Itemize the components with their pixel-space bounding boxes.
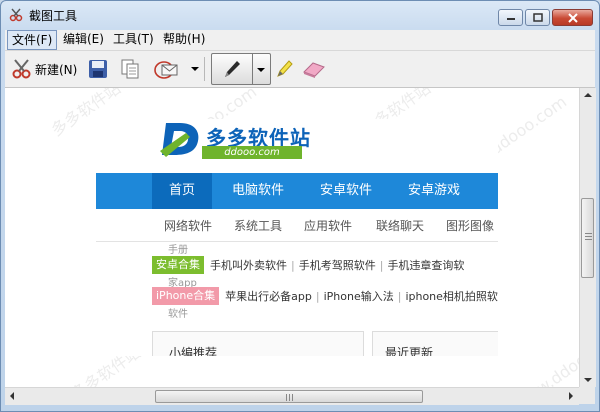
- site-nav: 首页 电脑软件 安卓软件 安卓游戏: [96, 173, 498, 209]
- list-item: 手机违章查询软: [387, 259, 465, 272]
- menu-file[interactable]: 文件(F): [7, 30, 58, 50]
- recent-updates-title: 最近更新: [385, 346, 434, 356]
- logo-url: ddooo.com: [202, 146, 302, 159]
- scroll-left-icon[interactable]: [9, 392, 15, 400]
- copy-button[interactable]: [119, 54, 141, 84]
- new-snip-label: 新建(N): [35, 62, 78, 77]
- pen-divider: [252, 54, 253, 84]
- list-item: iPhone输入法: [323, 290, 394, 303]
- cut-off-text: 手册: [168, 245, 188, 256]
- pen-tool-group[interactable]: [211, 53, 271, 85]
- nav-android-software: 安卓软件: [319, 183, 372, 198]
- chevron-down-icon: [191, 67, 199, 71]
- watermark: www.ddooo.com: [511, 321, 579, 387]
- toolbar-separator: [204, 57, 205, 81]
- menu-tools[interactable]: 工具(T): [109, 30, 158, 48]
- vertical-scroll-thumb[interactable]: [581, 198, 594, 278]
- menu-edit[interactable]: 编辑(E): [59, 30, 108, 48]
- save-button[interactable]: [87, 54, 109, 84]
- subnav-item: 应用软件: [304, 219, 353, 233]
- editor-picks-box: 小编推荐: [152, 331, 364, 356]
- nav-home: 首页: [152, 173, 212, 209]
- menu-help[interactable]: 帮助(H): [159, 30, 209, 48]
- captured-screenshot: 多多软件站 ddooo.com 首页 电脑软件 安卓软件 安卓游戏 网络软件 系…: [96, 119, 498, 356]
- close-icon: [567, 12, 578, 23]
- ddooo-logo-icon: [160, 123, 199, 157]
- toolbar: 新建(N): [5, 51, 595, 88]
- list-item: 苹果出行必备app: [225, 290, 312, 303]
- new-snip-button[interactable]: 新建(N): [11, 54, 77, 84]
- nav-pc-software: 电脑软件: [231, 183, 284, 198]
- android-collection-row: 安卓合集 手机叫外卖软件 | 手机考驾照软件 | 手机违章查询软: [152, 256, 464, 274]
- list-item: iphone相机拍照软: [405, 290, 498, 303]
- scroll-up-icon[interactable]: [584, 92, 592, 98]
- eraser-button[interactable]: [301, 54, 327, 84]
- cut-off-text: 软件: [168, 309, 188, 320]
- window-controls: [498, 9, 593, 26]
- highlighter-icon: [277, 60, 293, 77]
- close-button[interactable]: [552, 9, 593, 26]
- eraser-icon: [303, 62, 325, 78]
- iphone-collection-row: iPhone合集 苹果出行必备app | iPhone输入法 | iphone相…: [152, 287, 498, 305]
- vertical-scrollbar[interactable]: [579, 88, 596, 387]
- send-snip-button[interactable]: [153, 54, 179, 84]
- site-subnav: 网络软件 系统工具 应用软件 联络聊天 图形图像: [96, 209, 498, 242]
- iphone-collection-tag: iPhone合集: [152, 287, 220, 305]
- pen-icon: [225, 61, 240, 77]
- minimize-icon: [506, 17, 515, 20]
- menu-bar: 文件(F) 编辑(E) 工具(T) 帮助(H): [5, 30, 595, 51]
- pen-dropdown-icon[interactable]: [257, 66, 265, 74]
- recent-updates-box: 最近更新: [372, 331, 498, 356]
- minimize-button[interactable]: [498, 9, 523, 26]
- subnav-item: 系统工具: [234, 219, 283, 233]
- send-mail-icon: [154, 61, 178, 79]
- capture-canvas[interactable]: 多多软件站 www.ddooo.com 多多软件站 www.ddooo.com …: [5, 88, 579, 387]
- scroll-right-icon[interactable]: [568, 392, 574, 400]
- subnav-item: 图形图像: [446, 219, 495, 233]
- scissors-app-icon: [9, 8, 23, 22]
- scroll-down-icon[interactable]: [584, 377, 592, 383]
- highlighter-button[interactable]: [273, 54, 295, 84]
- maximize-button[interactable]: [525, 9, 550, 26]
- list-item: 手机考驾照软件: [298, 259, 376, 272]
- android-collection-tag: 安卓合集: [152, 256, 204, 274]
- maximize-icon: [532, 13, 543, 22]
- list-item: 手机叫外卖软件: [210, 259, 287, 272]
- horizontal-scroll-thumb[interactable]: [155, 390, 423, 403]
- horizontal-scrollbar[interactable]: [5, 387, 579, 405]
- copy-icon: [121, 59, 139, 79]
- snipping-tool-window: 截图工具 文件(F) 编辑(E) 工具(T) 帮助(H) 新建(N) 多多软件站…: [0, 0, 600, 412]
- send-snip-dropdown[interactable]: [191, 54, 199, 84]
- scissors-icon: [12, 59, 31, 79]
- save-icon: [89, 60, 107, 78]
- title-bar[interactable]: 截图工具: [1, 1, 599, 29]
- subnav-item: 网络软件: [164, 219, 213, 233]
- nav-android-games: 安卓游戏: [407, 183, 460, 198]
- scroll-corner: [579, 387, 595, 404]
- subnav-item: 联络聊天: [376, 219, 425, 233]
- window-title: 截图工具: [29, 9, 78, 23]
- editor-picks-title: 小编推荐: [169, 346, 218, 356]
